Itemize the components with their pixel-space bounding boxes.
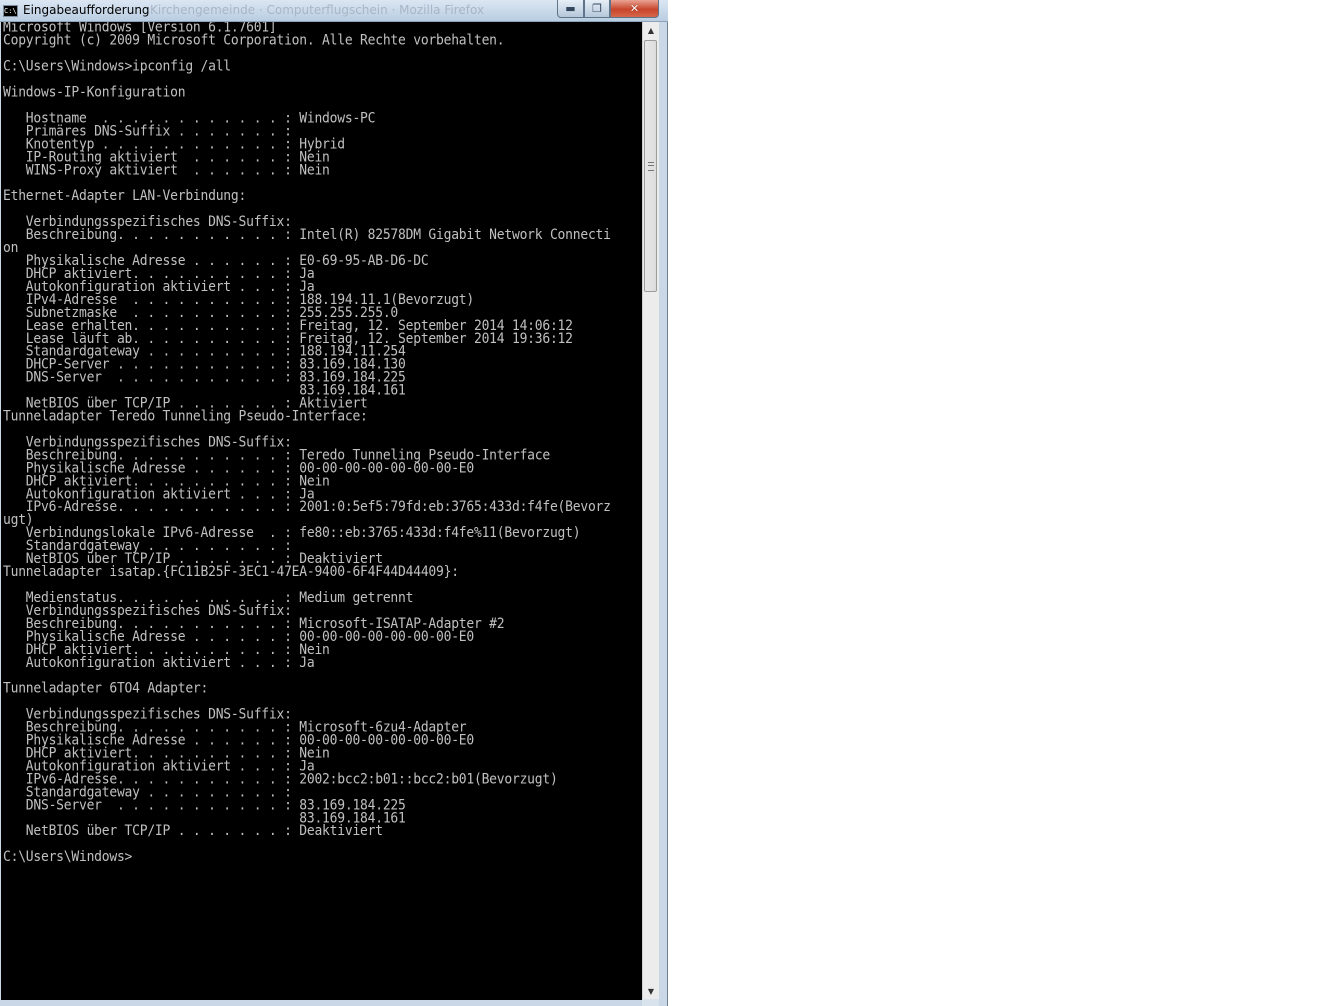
- cmd-icon[interactable]: C:\: [3, 5, 18, 17]
- console-line: Ethernet-Adapter LAN-Verbindung:: [3, 188, 247, 205]
- close-button[interactable]: ✕: [610, 0, 659, 18]
- close-icon: ✕: [629, 2, 640, 15]
- console-line: C:\Users\Windows>ipconfig /all: [3, 58, 231, 75]
- console-line: Copyright (c) 2009 Microsoft Corporation…: [3, 32, 505, 49]
- console-line: Windows-IP-Konfiguration: [3, 84, 186, 101]
- console-line: Tunneladapter 6TO4 Adapter:: [3, 680, 209, 697]
- console-line: IPv6-Adresse. . . . . . . . . . . : 2001…: [3, 499, 611, 516]
- console-line: Tunneladapter Teredo Tunneling Pseudo-In…: [3, 408, 368, 425]
- grip-icon: [648, 162, 654, 171]
- scroll-up-arrow-icon: ▲: [647, 26, 655, 35]
- maximize-icon: ❐: [592, 2, 602, 15]
- scroll-down-button[interactable]: ▼: [643, 983, 659, 1000]
- maximize-button[interactable]: ❐: [584, 0, 610, 18]
- console-line: C:\Users\Windows>: [3, 849, 133, 866]
- scroll-up-button[interactable]: ▲: [643, 22, 659, 39]
- window-bottom-edge[interactable]: [642, 999, 659, 1006]
- vertical-scrollbar[interactable]: ▲ ▼: [642, 22, 659, 1000]
- console-line: Autokonfiguration aktiviert . . . : Ja: [3, 654, 315, 672]
- console-line: NetBIOS über TCP/IP . . . . . . . : Deak…: [3, 823, 383, 840]
- console-output-area[interactable]: Microsoft Windows [Version 6.1.7601] Cop…: [1, 22, 642, 1000]
- console-line: WINS-Proxy aktiviert . . . . . . : Nein: [3, 162, 330, 179]
- scroll-down-arrow-icon: ▼: [647, 987, 655, 996]
- command-prompt-window: C:\ Eingabeaufforderung Kirchengemeinde …: [0, 0, 668, 1006]
- scrollbar-thumb[interactable]: [644, 40, 657, 292]
- window-title: Eingabeaufforderung: [23, 3, 150, 17]
- title-bar[interactable]: C:\ Eingabeaufforderung Kirchengemeinde …: [0, 0, 668, 22]
- background-window-title: Kirchengemeinde · Computerflugschein · M…: [150, 3, 485, 17]
- console-line: Tunneladapter isatap.{FC11B25F-3EC1-47EA…: [3, 564, 459, 581]
- minimize-button[interactable]: ▬: [557, 0, 584, 18]
- console-text: Microsoft Windows [Version 6.1.7601] Cop…: [1, 22, 642, 864]
- console-line: Beschreibung. . . . . . . . . . . : Inte…: [3, 227, 611, 244]
- minimize-icon: ▬: [565, 2, 576, 15]
